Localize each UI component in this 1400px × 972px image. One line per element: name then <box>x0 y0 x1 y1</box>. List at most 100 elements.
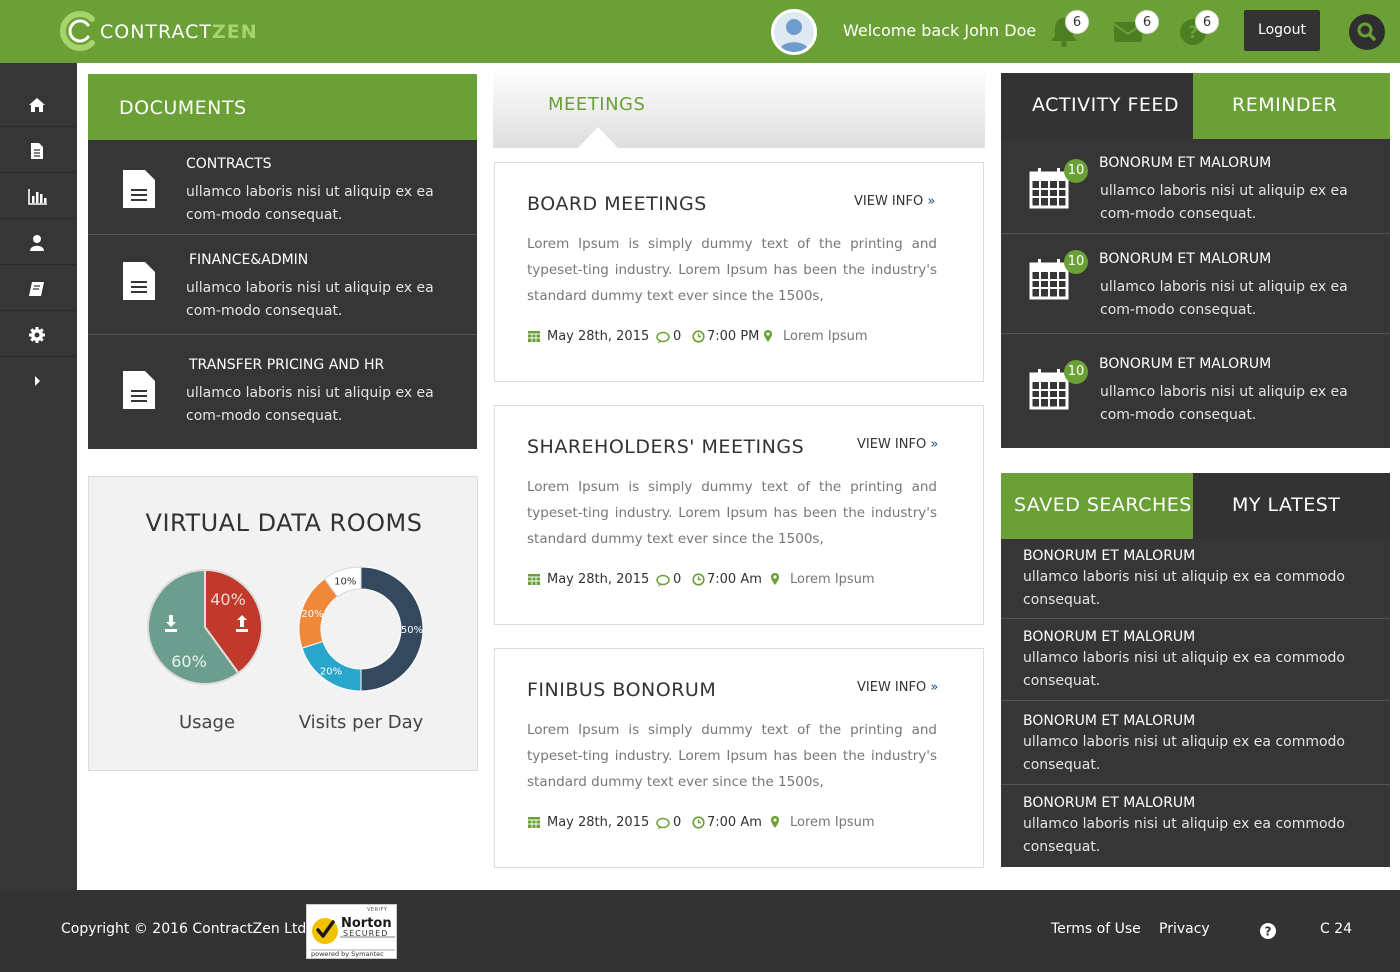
sidebar-item-documents[interactable] <box>0 129 77 173</box>
meeting-comments-count: 0 <box>673 815 682 830</box>
contractzen-logo[interactable]: CONTRACTZEN <box>58 9 258 53</box>
saved-search-item[interactable]: BONORUM ET MALORUM ullamco laboris nisi … <box>1001 785 1390 867</box>
clock-icon <box>692 816 705 829</box>
logout-button[interactable]: Logout <box>1244 10 1320 51</box>
comment-icon <box>656 574 670 587</box>
meeting-time: 7:00 PM <box>707 329 760 344</box>
document-icon <box>123 170 155 208</box>
saved-search-title: BONORUM ET MALORUM <box>1023 629 1196 645</box>
document-item-title: FINANCE&ADMIN <box>189 252 309 268</box>
activity-desc: ullamco laboris nisi ut aliquip ex ea co… <box>1100 384 1348 423</box>
double-chevron-right-icon: » <box>930 680 939 695</box>
chevron-right-icon <box>35 376 40 386</box>
user-avatar[interactable] <box>771 9 817 55</box>
calendar-icon <box>528 331 540 342</box>
visits-label: 50% <box>401 625 423 636</box>
meetings-title: MEETINGS <box>548 94 646 115</box>
activity-item[interactable]: 10 BONORUM ET MALORUM ullamco laboris ni… <box>1001 334 1390 448</box>
meeting-date: May 28th, 2015 <box>547 572 650 587</box>
meeting-description: Lorem Ipsum is simply dummy text of the … <box>527 722 937 790</box>
view-info-label: VIEW INFO <box>857 680 927 695</box>
comment-icon <box>656 817 670 830</box>
map-marker-icon <box>771 573 779 585</box>
norton-secured-text: SECURED <box>343 929 389 938</box>
document-icon <box>31 143 43 159</box>
sidebar-expand-toggle[interactable] <box>0 359 77 403</box>
view-info-link[interactable]: VIEW INFO » <box>857 437 938 452</box>
saved-search-desc: ullamco laboris nisi ut aliquip ex ea co… <box>1023 569 1345 608</box>
sidebar-item-library[interactable] <box>0 267 77 311</box>
terms-of-use-link[interactable]: Terms of Use <box>1051 921 1141 937</box>
visits-label: 20% <box>301 609 323 620</box>
documents-header[interactable]: DOCUMENTS <box>88 74 477 140</box>
saved-search-desc: ullamco laboris nisi ut aliquip ex ea co… <box>1023 734 1345 773</box>
search-button[interactable] <box>1349 14 1385 50</box>
tab-label: SAVED SEARCHES <box>1014 494 1192 516</box>
avatar-silhouette-icon <box>779 19 809 52</box>
activity-tabs: ACTIVITY FEED REMINDER <box>1001 73 1390 139</box>
bar-chart-icon <box>28 189 47 205</box>
document-icon <box>123 371 155 409</box>
tab-saved-searches[interactable]: SAVED SEARCHES <box>1001 473 1193 539</box>
meetings-header[interactable]: MEETINGS <box>493 66 985 148</box>
meeting-meta: May 28th, 2015 0 7:00 Am Lorem Ipsum <box>527 572 967 590</box>
saved-search-title: BONORUM ET MALORUM <box>1023 548 1196 564</box>
home-icon <box>29 98 45 112</box>
sidebar-item-home[interactable] <box>0 83 77 127</box>
double-chevron-right-icon: » <box>930 437 939 452</box>
tab-my-latest[interactable]: MY LATEST <box>1193 473 1390 539</box>
visits-chart-label: Visits per Day <box>298 712 424 733</box>
sidebar-item-reports[interactable] <box>0 175 77 219</box>
activity-title: BONORUM ET MALORUM <box>1099 356 1272 372</box>
clock-icon <box>692 573 705 586</box>
privacy-link[interactable]: Privacy <box>1159 921 1210 937</box>
view-info-link[interactable]: VIEW INFO » <box>857 680 938 695</box>
meeting-title: SHAREHOLDERS' MEETINGS <box>527 436 805 458</box>
comment-icon <box>656 331 670 344</box>
calendar-icon <box>528 574 540 585</box>
meeting-location: Lorem Ipsum <box>790 815 875 830</box>
tab-activity-feed[interactable]: ACTIVITY FEED <box>1001 73 1193 139</box>
document-item-transfer-pricing[interactable]: TRANSFER PRICING AND HR ullamco laboris … <box>88 335 477 449</box>
meeting-date: May 28th, 2015 <box>547 815 650 830</box>
activity-count-badge: 10 <box>1064 360 1088 384</box>
visits-label: 10% <box>334 576 356 587</box>
activity-title: BONORUM ET MALORUM <box>1099 155 1272 171</box>
meeting-meta: May 28th, 2015 0 7:00 Am Lorem Ipsum <box>527 815 967 833</box>
notification-count-badge: 6 <box>1065 10 1089 34</box>
norton-secured-badge[interactable]: VERIFY Norton SECURED powered by Symante… <box>306 904 397 959</box>
user-icon <box>30 235 44 251</box>
document-item-title: CONTRACTS <box>186 156 272 172</box>
logo-text: CONTRACTZEN <box>100 21 258 43</box>
saved-search-title: BONORUM ET MALORUM <box>1023 795 1196 811</box>
document-item-finance[interactable]: FINANCE&ADMIN ullamco laboris nisi ut al… <box>88 235 477 335</box>
usage-pie-chart[interactable]: 60% 40% <box>145 565 265 691</box>
norton-powered-text: powered by Symantec <box>311 950 384 958</box>
tab-reminder[interactable]: REMINDER <box>1193 73 1390 139</box>
activity-count-badge: 10 <box>1064 159 1088 183</box>
logo-text-contract: CONTRACT <box>100 21 213 43</box>
usage-label-60: 60% <box>171 652 207 671</box>
saved-search-item[interactable]: BONORUM ET MALORUM ullamco laboris nisi … <box>1001 619 1390 701</box>
saved-search-item[interactable]: BONORUM ET MALORUM ullamco laboris nisi … <box>1001 701 1390 785</box>
document-item-desc: ullamco laboris nisi ut aliquip ex ea co… <box>186 385 434 424</box>
sidebar-item-users[interactable] <box>0 221 77 265</box>
view-info-link[interactable]: VIEW INFO » <box>854 194 935 209</box>
meeting-location: Lorem Ipsum <box>783 329 868 344</box>
help-count-badge: 6 <box>1195 10 1219 34</box>
help-circle-icon[interactable]: ? <box>1259 922 1277 940</box>
document-item-contracts[interactable]: CONTRACTS ullamco laboris nisi ut aliqui… <box>88 140 477 235</box>
calendar-icon <box>1029 369 1069 410</box>
map-marker-icon <box>764 330 772 342</box>
calendar-icon <box>528 817 540 828</box>
saved-search-item[interactable]: BONORUM ET MALORUM ullamco laboris nisi … <box>1001 539 1390 619</box>
tab-label: ACTIVITY FEED <box>1032 94 1180 116</box>
visits-donut-chart[interactable]: 50% 20% 20% 10% <box>294 563 424 691</box>
meeting-card-finibus: FINIBUS BONORUM VIEW INFO » Lorem Ipsum … <box>494 648 984 868</box>
top-header: CONTRACTZEN Welcome back John Doe 6 6 ? … <box>0 0 1400 63</box>
activity-item[interactable]: 10 BONORUM ET MALORUM ullamco laboris ni… <box>1001 234 1390 334</box>
sidebar-item-settings[interactable] <box>0 313 77 357</box>
activity-item[interactable]: 10 BONORUM ET MALORUM ullamco laboris ni… <box>1001 139 1390 234</box>
meeting-time: 7:00 Am <box>707 815 762 830</box>
document-item-title: TRANSFER PRICING AND HR <box>189 357 385 373</box>
